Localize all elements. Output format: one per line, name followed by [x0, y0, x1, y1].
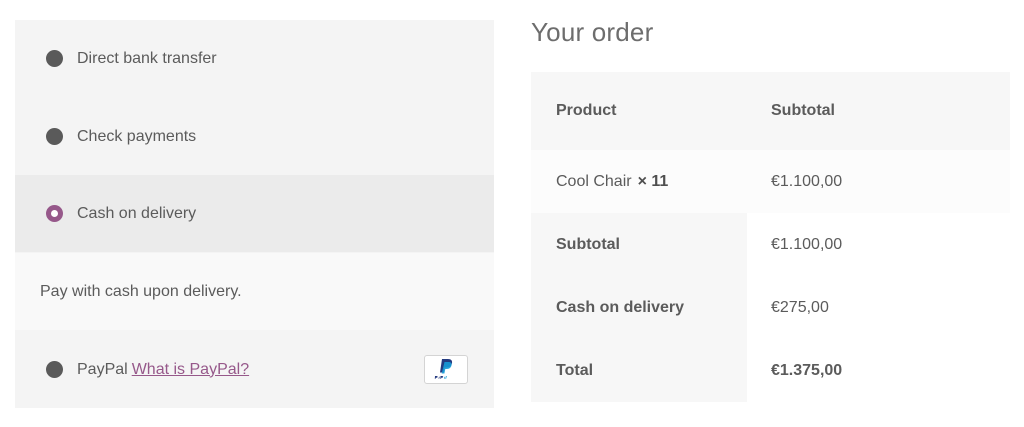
subtotal-label: Subtotal	[531, 213, 747, 276]
radio-unselected-icon[interactable]	[46, 128, 63, 145]
fee-label: Cash on delivery	[531, 276, 747, 339]
column-header-product: Product	[556, 102, 617, 119]
product-name: Cool Chair	[556, 172, 632, 190]
radio-selected-icon[interactable]	[46, 205, 63, 222]
table-row: Cool Chair × 11 €1.100,00	[531, 150, 1010, 213]
product-subtotal: €1.100,00	[771, 172, 843, 190]
subtotal-value: €1.100,00	[747, 213, 1010, 276]
payment-method-bank-transfer[interactable]: Direct bank transfer	[15, 20, 494, 97]
payment-method-label: Direct bank transfer	[77, 49, 217, 67]
subtotal-row: Subtotal €1.100,00	[531, 213, 1010, 276]
radio-unselected-icon[interactable]	[46, 361, 63, 378]
total-value: €1.375,00	[747, 339, 1010, 402]
payment-method-label: PayPal	[77, 360, 128, 378]
payment-method-description: Pay with cash upon delivery.	[15, 253, 494, 330]
total-label: Total	[531, 339, 747, 402]
column-header-subtotal: Subtotal	[771, 102, 835, 119]
product-quantity: × 11	[637, 172, 669, 190]
what-is-paypal-link[interactable]: What is PayPal?	[132, 361, 249, 379]
paypal-logo-icon	[424, 355, 468, 384]
table-header-row: Product Subtotal	[531, 72, 1010, 150]
payment-method-paypal[interactable]: PayPal What is PayPal?	[15, 331, 494, 408]
fee-row: Cash on delivery €275,00	[531, 276, 1010, 339]
radio-unselected-icon[interactable]	[46, 50, 63, 67]
total-row: Total €1.375,00	[531, 339, 1010, 402]
order-title: Your order	[531, 17, 654, 47]
payment-methods-panel: Direct bank transfer Check payments Cash…	[15, 20, 494, 408]
fee-value: €275,00	[747, 276, 1010, 339]
payment-method-cash-on-delivery[interactable]: Cash on delivery	[15, 175, 494, 252]
product-cell: Cool Chair × 11	[531, 150, 747, 213]
checkout-page: Direct bank transfer Check payments Cash…	[0, 0, 1024, 427]
payment-method-check[interactable]: Check payments	[15, 98, 494, 175]
order-review-table: Product Subtotal Cool Chair × 11 €1.100,…	[531, 72, 1010, 402]
payment-method-label: Check payments	[77, 127, 197, 145]
payment-method-label: Cash on delivery	[77, 204, 197, 222]
